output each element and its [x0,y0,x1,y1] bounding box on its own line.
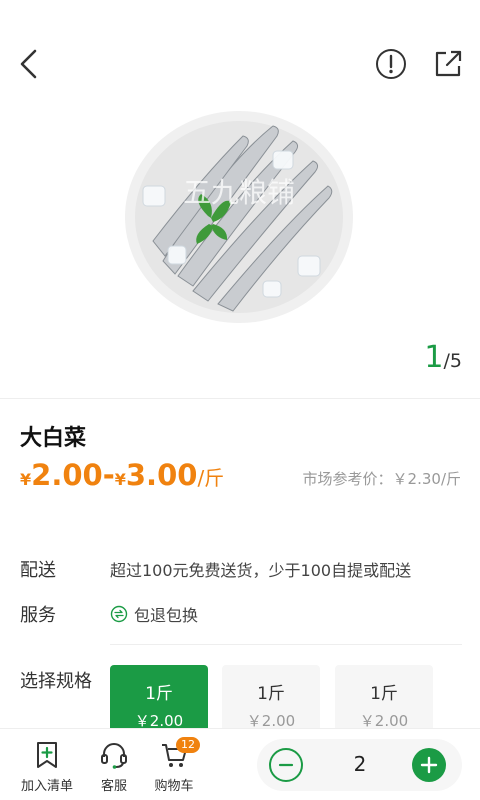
bottom-action-bar: 加入清单 客服 12 购物车 2 [0,728,480,800]
share-external-icon [435,50,462,77]
minus-icon [278,763,294,767]
add-to-list-label: 加入清单 [20,779,73,794]
delivery-label: 配送 [20,560,56,581]
divider [0,398,480,399]
watermark-text: 五九粮铺 [183,176,295,209]
price-range: ¥2.00-¥3.00/斤 [20,458,224,492]
service-label: 服务 [20,605,56,626]
customer-service-button[interactable]: 客服 [96,741,132,794]
product-title: 大白菜 [20,426,87,451]
price-high-currency: ¥ [114,470,126,489]
back-button[interactable] [8,44,48,84]
cart-button[interactable]: 12 购物车 [152,737,200,794]
market-price: 市场参考价：￥2.30/斤 [302,470,461,488]
delivery-text: 超过100元免费送货，少于100自提或配送 [110,561,412,580]
service-info: 包退包换 [110,602,198,626]
pager-total: /5 [443,350,463,372]
product-image: 五九粮铺 [125,111,353,323]
customer-service-label: 客服 [100,779,127,794]
price-low: 2.00- [31,458,115,492]
add-to-list-button[interactable]: 加入清单 [18,741,76,794]
pager-current: 1 [424,340,444,375]
quantity-value[interactable]: 2 [342,752,378,776]
return-exchange-icon [110,605,128,623]
spec-option-2[interactable]: 1斤 ￥2.00 [222,665,320,735]
plus-icon [420,756,438,774]
product-gallery[interactable]: 五九粮铺 [0,100,480,390]
spec-weight: 1斤 [257,684,285,704]
price-low-currency: ¥ [20,470,32,489]
decrease-quantity-button[interactable] [269,748,303,782]
bookmark-add-icon [37,742,57,768]
divider [110,644,462,645]
top-bar [0,40,480,90]
spec-weight: 1斤 [370,684,398,704]
spec-option-1[interactable]: 1斤 ￥2.00 [110,665,208,735]
cart-label: 购物车 [154,779,194,794]
cart-count-badge: 12 [176,737,200,753]
spec-option-3[interactable]: 1斤 ￥2.00 [335,665,433,735]
increase-quantity-button[interactable] [412,748,446,782]
gallery-pager: 1/5 [424,340,462,375]
price-unit: /斤 [197,466,225,490]
chevron-left-icon [20,49,37,79]
price-high: 3.00 [125,458,198,492]
spec-weight: 1斤 [145,684,173,704]
service-text: 包退包换 [134,606,199,625]
share-button[interactable] [428,44,468,84]
quantity-stepper: 2 [257,739,462,791]
headset-icon [101,743,127,769]
spec-label: 选择规格 [20,671,92,692]
info-circle-icon [376,49,406,79]
info-button[interactable] [371,44,411,84]
